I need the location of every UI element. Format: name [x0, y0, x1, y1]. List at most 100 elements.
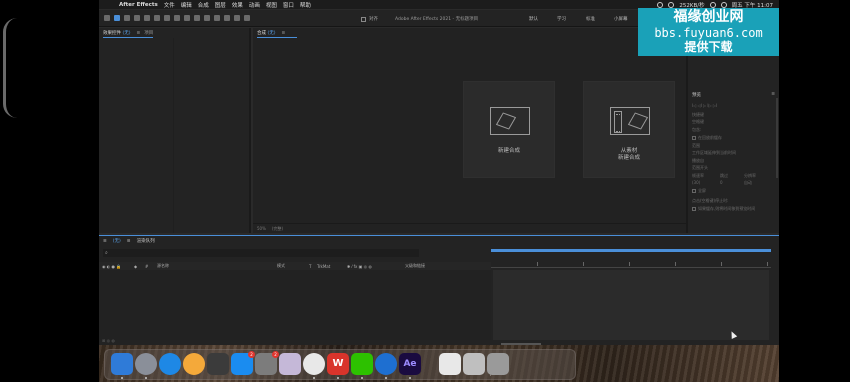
zoom-level[interactable]: 50%	[257, 226, 266, 231]
hand-tool-icon[interactable]	[124, 15, 130, 21]
new-comp-from-footage-card[interactable]: 从素材 新建合成	[583, 81, 675, 178]
tab-project[interactable]: 项目	[144, 30, 153, 36]
timeline-track-area[interactable]	[493, 270, 769, 340]
panel-divider	[173, 38, 174, 233]
roto-tool-icon[interactable]	[234, 15, 240, 21]
col-trkmat[interactable]: TrkMat	[317, 264, 330, 269]
dock-preview-icon[interactable]	[463, 353, 485, 375]
layer-list[interactable]	[99, 270, 491, 340]
timeline-menu-icon[interactable]: ≡	[103, 239, 107, 244]
text-tool-icon[interactable]	[194, 15, 200, 21]
tab-composition[interactable]: 合成 (无)	[257, 30, 275, 36]
time-ruler[interactable]	[491, 260, 771, 268]
dock-safari-icon[interactable]	[159, 353, 181, 375]
col-t[interactable]: T	[309, 264, 311, 269]
rotate-tool-icon[interactable]	[144, 15, 150, 21]
dock-after-effects-icon[interactable]: Ae	[399, 353, 421, 375]
dock-calendar-icon[interactable]	[279, 353, 301, 375]
puppet-tool-icon[interactable]	[244, 15, 250, 21]
ruler-tick	[629, 262, 630, 266]
shortcut-select[interactable]: 空格键	[692, 119, 704, 125]
workspace-small-screen[interactable]: 小屏幕	[614, 16, 628, 22]
av-features-icons[interactable]: ◉ ◐ ● 🔒	[102, 264, 121, 269]
layer-search-input[interactable]: ⌕	[103, 249, 419, 257]
dock-screenshot-icon[interactable]	[439, 353, 461, 375]
timeline-tabs: ≡ (无) ≡ 渲染队列	[99, 236, 155, 246]
fullscreen-option[interactable]: 全屏	[692, 188, 706, 194]
menu-file[interactable]: 文件	[164, 1, 175, 9]
search-icon[interactable]	[720, 1, 727, 8]
active-tab-indicator	[103, 37, 153, 38]
clone-tool-icon[interactable]	[214, 15, 220, 21]
align-checkbox[interactable]	[361, 16, 366, 22]
work-area-bar[interactable]	[491, 249, 771, 252]
comp-panel-menu-icon[interactable]: ≡	[281, 31, 285, 36]
resolution-select[interactable]: 自动	[744, 180, 752, 186]
menu-help[interactable]: 帮助	[300, 1, 311, 9]
playback-controls[interactable]: I◁ ◁I ▷ I▷ ▷I	[692, 103, 717, 108]
dock-final-cut-icon[interactable]	[207, 353, 229, 375]
menu-composition[interactable]: 合成	[198, 1, 209, 9]
shape-tool-icon[interactable]	[174, 15, 180, 21]
col-mode[interactable]: 模式	[277, 263, 285, 269]
menu-edit[interactable]: 编辑	[181, 1, 192, 9]
label-icon[interactable]: ◆	[134, 264, 137, 269]
tab-effect-controls[interactable]: 效果控件 (无)	[103, 30, 130, 36]
dock-chrome-icon[interactable]	[303, 353, 325, 375]
menu-animation[interactable]: 动画	[249, 1, 260, 9]
workspace-standard[interactable]: 标准	[586, 16, 595, 22]
tab-render-queue[interactable]: 渲染队列	[137, 238, 155, 244]
record-icon[interactable]	[657, 1, 664, 8]
dock-finder-icon[interactable]	[111, 353, 133, 375]
range-select[interactable]: 工作区域延伸到当前时间	[692, 150, 736, 156]
menu-effect[interactable]: 效果	[232, 1, 243, 9]
zoom-tool-icon[interactable]	[134, 15, 140, 21]
cache-option[interactable]: 在回放前缓存	[692, 135, 722, 141]
dock-app-store-icon[interactable]: 2	[231, 351, 255, 375]
panel-menu-icon[interactable]: ≡	[136, 31, 140, 36]
menu-view[interactable]: 视图	[266, 1, 277, 9]
menu-layer[interactable]: 图层	[215, 1, 226, 9]
dock-wps-icon[interactable]: W	[327, 353, 349, 375]
stop-option[interactable]: 如果缓存,则将时间移到预览时间	[692, 206, 755, 212]
dock-photos-icon[interactable]	[183, 353, 205, 375]
eraser-tool-icon[interactable]	[224, 15, 230, 21]
app-menu[interactable]: After Effects	[119, 2, 158, 8]
dock-launchpad-icon[interactable]	[135, 353, 157, 375]
new-composition-card[interactable]: 新建合成	[463, 81, 555, 178]
watermark-line-3: 提供下载	[684, 40, 733, 54]
col-source-name[interactable]: 源名称	[157, 263, 169, 269]
home-icon[interactable]	[104, 15, 110, 21]
cache-checkbox[interactable]	[692, 136, 696, 140]
dock-wechat-icon[interactable]	[351, 353, 373, 375]
wifi-icon[interactable]	[709, 1, 716, 8]
fullscreen-checkbox[interactable]	[692, 189, 696, 193]
dock-trash-icon[interactable]	[487, 353, 509, 375]
resolution-select[interactable]: (完整)	[272, 226, 283, 232]
control-icon[interactable]	[668, 1, 675, 8]
selection-tool-icon[interactable]	[114, 15, 120, 21]
skip-value[interactable]: 0	[720, 180, 723, 185]
col-parent[interactable]: 父级和链接	[405, 263, 425, 269]
workspace-default[interactable]: 默认	[529, 16, 538, 22]
camera-tool-icon[interactable]	[154, 15, 160, 21]
tab-timeline[interactable]: (无)	[113, 238, 121, 244]
switches-icons[interactable]: ✱ ⁄ fx ▣ ◎ ◍	[347, 264, 372, 269]
stop-checkbox[interactable]	[692, 207, 696, 211]
pan-tool-icon[interactable]	[164, 15, 170, 21]
pen-tool-icon[interactable]	[184, 15, 190, 21]
menu-window[interactable]: 窗口	[283, 1, 294, 9]
ruler-tick	[583, 262, 584, 266]
play-from-select[interactable]: 范围开头	[692, 165, 708, 171]
preview-menu-icon[interactable]: ≡	[771, 92, 775, 97]
preview-scrollbar[interactable]	[776, 98, 778, 178]
brush-tool-icon[interactable]	[204, 15, 210, 21]
fps-select[interactable]: (30)	[692, 180, 700, 185]
workspace-learn[interactable]: 学习	[557, 16, 566, 22]
align-toggle[interactable]: 对齐	[361, 16, 378, 22]
dock-system-preferences-icon[interactable]: 2	[255, 351, 279, 375]
panel-resize-handle[interactable]	[249, 28, 251, 233]
timeline-tab-menu-icon[interactable]: ≡	[127, 239, 131, 244]
composition-icon	[490, 107, 530, 135]
dock-edge-icon[interactable]	[375, 353, 397, 375]
